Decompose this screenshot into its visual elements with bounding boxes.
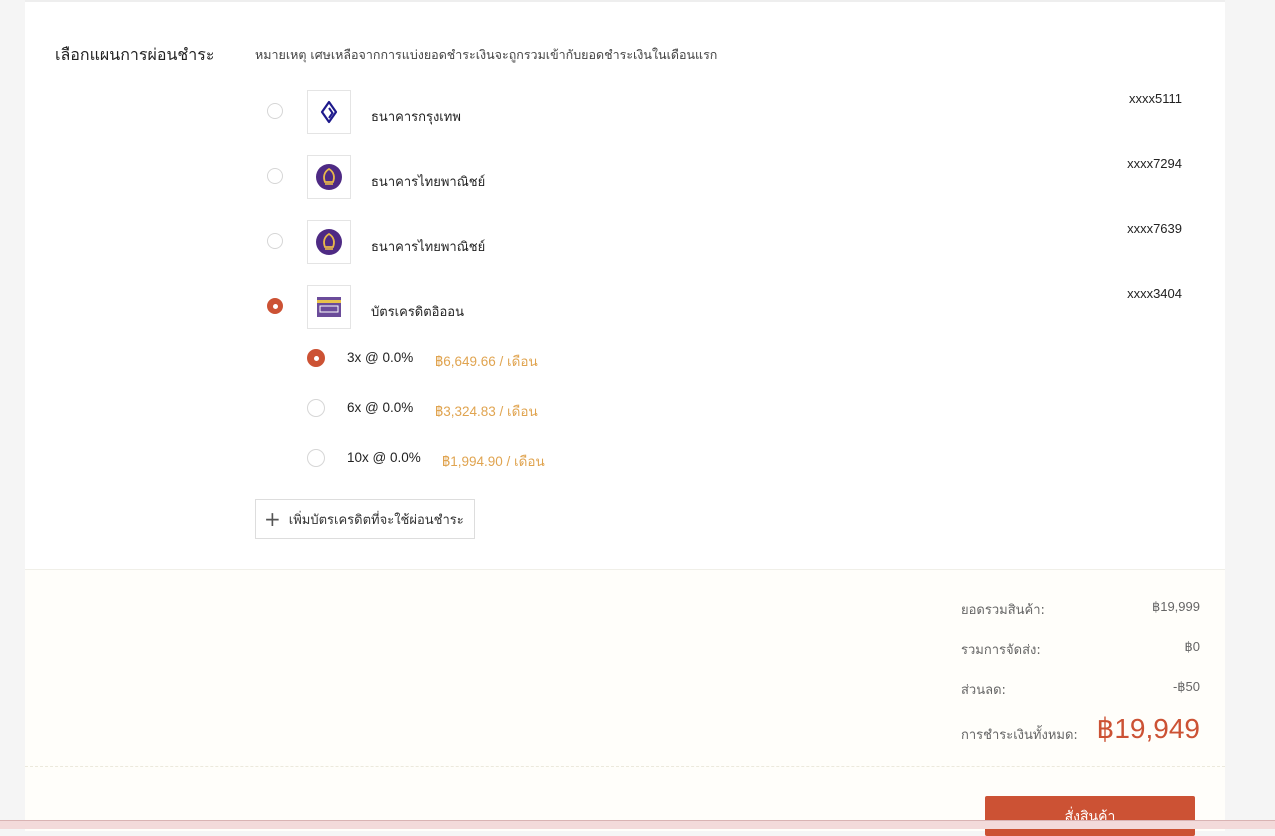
add-credit-card-label: เพิ่มบัตรเครดิตที่จะใช้ผ่อนชำระ xyxy=(288,512,464,528)
total-value: ฿19,949 xyxy=(1096,713,1200,744)
account-number: xxxx7639 xyxy=(1127,221,1182,236)
shipping-value: ฿0 xyxy=(1184,639,1200,654)
checkout-card: เลือกแผนการผ่อนชำระ หมายเหตุ เศษเหลือจาก… xyxy=(25,0,1225,836)
subtotal-label: ยอดรวมสินค้า: xyxy=(961,603,1045,618)
plan-term: 6x @ 0.0% xyxy=(347,400,414,415)
bank-radio[interactable] xyxy=(267,168,283,184)
order-summary: ยอดรวมสินค้า: ฿19,999 รวมการจัดส่ง: ฿0 ส… xyxy=(25,569,1225,836)
subtotal-value: ฿19,999 xyxy=(1151,599,1200,614)
bangkok-bank-logo-icon xyxy=(307,90,351,134)
bank-name: บัตรเครดิตอิออน xyxy=(371,305,464,320)
bank-option[interactable]: บัตรเครดิตอิออน xxxx3404 xyxy=(265,285,1185,331)
account-number: xxxx3404 xyxy=(1127,286,1182,301)
summary-divider xyxy=(25,766,1225,767)
plan-option[interactable]: 3x @ 0.0% ฿6,649.66 / เดือน xyxy=(307,349,707,369)
plan-radio-selected[interactable] xyxy=(307,349,325,367)
aeon-logo-icon xyxy=(307,285,351,329)
plan-radio[interactable] xyxy=(307,399,325,417)
bank-option[interactable]: ธนาคารไทยพาณิชย์ xxxx7639 xyxy=(265,220,1185,266)
shipping-label: รวมการจัดส่ง: xyxy=(961,643,1041,658)
bank-name: ธนาคารไทยพาณิชย์ xyxy=(371,175,486,190)
bank-name: ธนาคารกรุงเทพ xyxy=(371,110,461,125)
plan-radio[interactable] xyxy=(307,449,325,467)
bank-radio[interactable] xyxy=(267,103,283,119)
total-label: การชำระเงินทั้งหมด: xyxy=(961,728,1078,743)
discount-value: -฿50 xyxy=(1172,679,1200,694)
plan-term: 3x @ 0.0% xyxy=(347,350,414,365)
bank-option[interactable]: ธนาคารกรุงเทพ xxxx5111 xyxy=(265,90,1185,136)
bank-option[interactable]: ธนาคารไทยพาณิชย์ xxxx7294 xyxy=(265,155,1185,201)
plan-option[interactable]: 10x @ 0.0% ฿1,994.90 / เดือน xyxy=(307,449,707,469)
page-edge xyxy=(1265,0,1275,828)
plan-price: ฿3,324.83 / เดือน xyxy=(435,404,538,419)
plan-price: ฿1,994.90 / เดือน xyxy=(442,454,545,469)
scb-logo-icon xyxy=(307,220,351,264)
add-credit-card-button[interactable]: + เพิ่มบัตรเครดิตที่จะใช้ผ่อนชำระ xyxy=(255,499,475,539)
place-order-button[interactable]: สั่งสินค้า xyxy=(985,796,1195,836)
bank-name: ธนาคารไทยพาณิชย์ xyxy=(371,240,486,255)
plan-option[interactable]: 6x @ 0.0% ฿3,324.83 / เดือน xyxy=(307,399,707,419)
installment-note: หมายเหตุ เศษเหลือจากการแบ่งยอดชำระเงินจะ… xyxy=(255,47,718,62)
account-number: xxxx7294 xyxy=(1127,156,1182,171)
installment-title: เลือกแผนการผ่อนชำระ xyxy=(55,45,215,64)
scb-logo-icon xyxy=(307,155,351,199)
bank-radio-selected[interactable] xyxy=(267,298,283,314)
plan-price: ฿6,649.66 / เดือน xyxy=(435,354,538,369)
discount-label: ส่วนลด: xyxy=(961,683,1006,698)
plan-term: 10x @ 0.0% xyxy=(347,450,421,465)
bank-radio[interactable] xyxy=(267,233,283,249)
plus-icon: + xyxy=(264,507,281,531)
account-number: xxxx5111 xyxy=(1129,91,1182,106)
